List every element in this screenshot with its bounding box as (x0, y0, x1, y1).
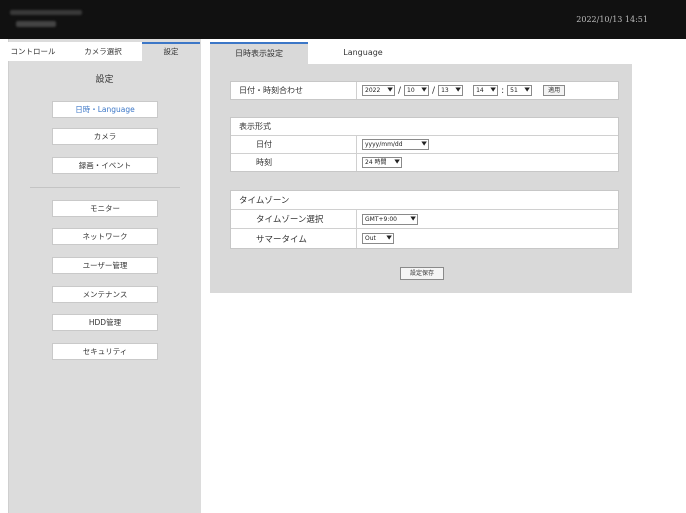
settings-panel: 日付・時刻合わせ 2022 ▼ / 10 ▼ / 13 ▼ 14 ▼ : 51 ▼ 適用 … (210, 64, 632, 293)
logo (8, 8, 94, 32)
format-header-row: 表示形式 (231, 118, 618, 136)
day-select[interactable]: 13 ▼ (438, 85, 464, 96)
time-separator: : (501, 85, 505, 96)
chevron-down-icon: ▼ (490, 87, 496, 93)
timezone-header: タイムゾーン (239, 196, 290, 206)
chevron-down-icon: ▼ (455, 87, 461, 93)
menu-monitor[interactable]: モニター (52, 200, 158, 217)
sidebar-tabs: コントロール カメラ選択 設定 (0, 42, 200, 61)
chevron-down-icon: ▼ (387, 87, 393, 93)
menu-security[interactable]: セキュリティ (52, 343, 158, 360)
timezone-select-label: タイムゾーン選択 (256, 215, 324, 225)
date-separator: / (398, 85, 402, 96)
sidebar-divider (30, 187, 180, 188)
year-select[interactable]: 2022 ▼ (362, 85, 395, 96)
menu-maintenance[interactable]: メンテナンス (52, 286, 158, 303)
chevron-down-icon: ▼ (524, 87, 530, 93)
timezone-header-row: タイムゾーン (231, 191, 618, 210)
time-format-select[interactable]: 24 時間 ▼ (362, 157, 402, 168)
chevron-down-icon: ▼ (421, 141, 427, 147)
minute-select[interactable]: 51 ▼ (507, 85, 533, 96)
menu-datetime-language[interactable]: 日時・Language (52, 101, 158, 118)
date-separator: / (432, 85, 436, 96)
summer-time-row: サマータイム Out ▼ (231, 229, 618, 248)
current-datetime: 2022/10/13 14:51 (576, 15, 648, 24)
date-format-select[interactable]: yyyy/mm/dd ▼ (362, 139, 429, 150)
datetime-set-row: 日付・時刻合わせ 2022 ▼ / 10 ▼ / 13 ▼ 14 ▼ : 51 ▼ 適用 (231, 82, 618, 99)
sidebar-title: 設定 (95, 75, 114, 85)
display-format-group: 表示形式 日付 yyyy/mm/dd ▼ 時刻 24 時間 ▼ (230, 117, 619, 172)
save-settings-button[interactable]: 設定保存 (400, 267, 444, 280)
tab-datetime-display[interactable]: 日時表示設定 (210, 42, 308, 64)
timezone-select[interactable]: GMT+9:00 ▼ (362, 213, 418, 225)
format-header: 表示形式 (239, 122, 271, 131)
tab-settings[interactable]: 設定 (142, 42, 200, 61)
top-bar: 2022/10/13 14:51 (0, 0, 686, 39)
chevron-down-icon: ▼ (394, 159, 400, 165)
summer-time-select[interactable]: Out ▼ (362, 233, 394, 244)
summer-time-label: サマータイム (256, 234, 307, 245)
apply-button[interactable]: 適用 (543, 85, 566, 96)
menu-hdd-management[interactable]: HDD管理 (52, 314, 158, 331)
hour-select[interactable]: 14 ▼ (473, 85, 499, 96)
month-select[interactable]: 10 ▼ (404, 85, 430, 96)
timezone-select-row: タイムゾーン選択 GMT+9:00 ▼ (231, 210, 618, 229)
chevron-down-icon: ▼ (410, 215, 416, 222)
timezone-group: タイムゾーン タイムゾーン選択 GMT+9:00 ▼ サマータイム Out ▼ (230, 190, 619, 249)
date-format-label: 日付 (256, 140, 272, 149)
chevron-down-icon: ▼ (421, 87, 427, 93)
tab-control[interactable]: コントロール (0, 42, 66, 61)
menu-network[interactable]: ネットワーク (52, 228, 158, 245)
datetime-controls: 2022 ▼ / 10 ▼ / 13 ▼ 14 ▼ : 51 ▼ 適用 (362, 82, 566, 99)
menu-camera[interactable]: カメラ (52, 128, 158, 145)
datetime-set-group: 日付・時刻合わせ 2022 ▼ / 10 ▼ / 13 ▼ 14 ▼ : 51 ▼ 適用 (230, 81, 619, 100)
time-format-row: 時刻 24 時間 ▼ (231, 154, 618, 171)
date-format-row: 日付 yyyy/mm/dd ▼ (231, 136, 618, 154)
main-tabs: 日時表示設定 Language (210, 42, 412, 64)
chevron-down-icon: ▼ (386, 235, 392, 241)
tab-language[interactable]: Language (314, 42, 412, 64)
tab-camera-select[interactable]: カメラ選択 (72, 42, 134, 61)
time-format-label: 時刻 (256, 158, 272, 167)
menu-recording-event[interactable]: 録画・イベント (52, 157, 158, 174)
menu-user-management[interactable]: ユーザー管理 (52, 257, 158, 274)
datetime-set-label: 日付・時刻合わせ (239, 86, 303, 95)
